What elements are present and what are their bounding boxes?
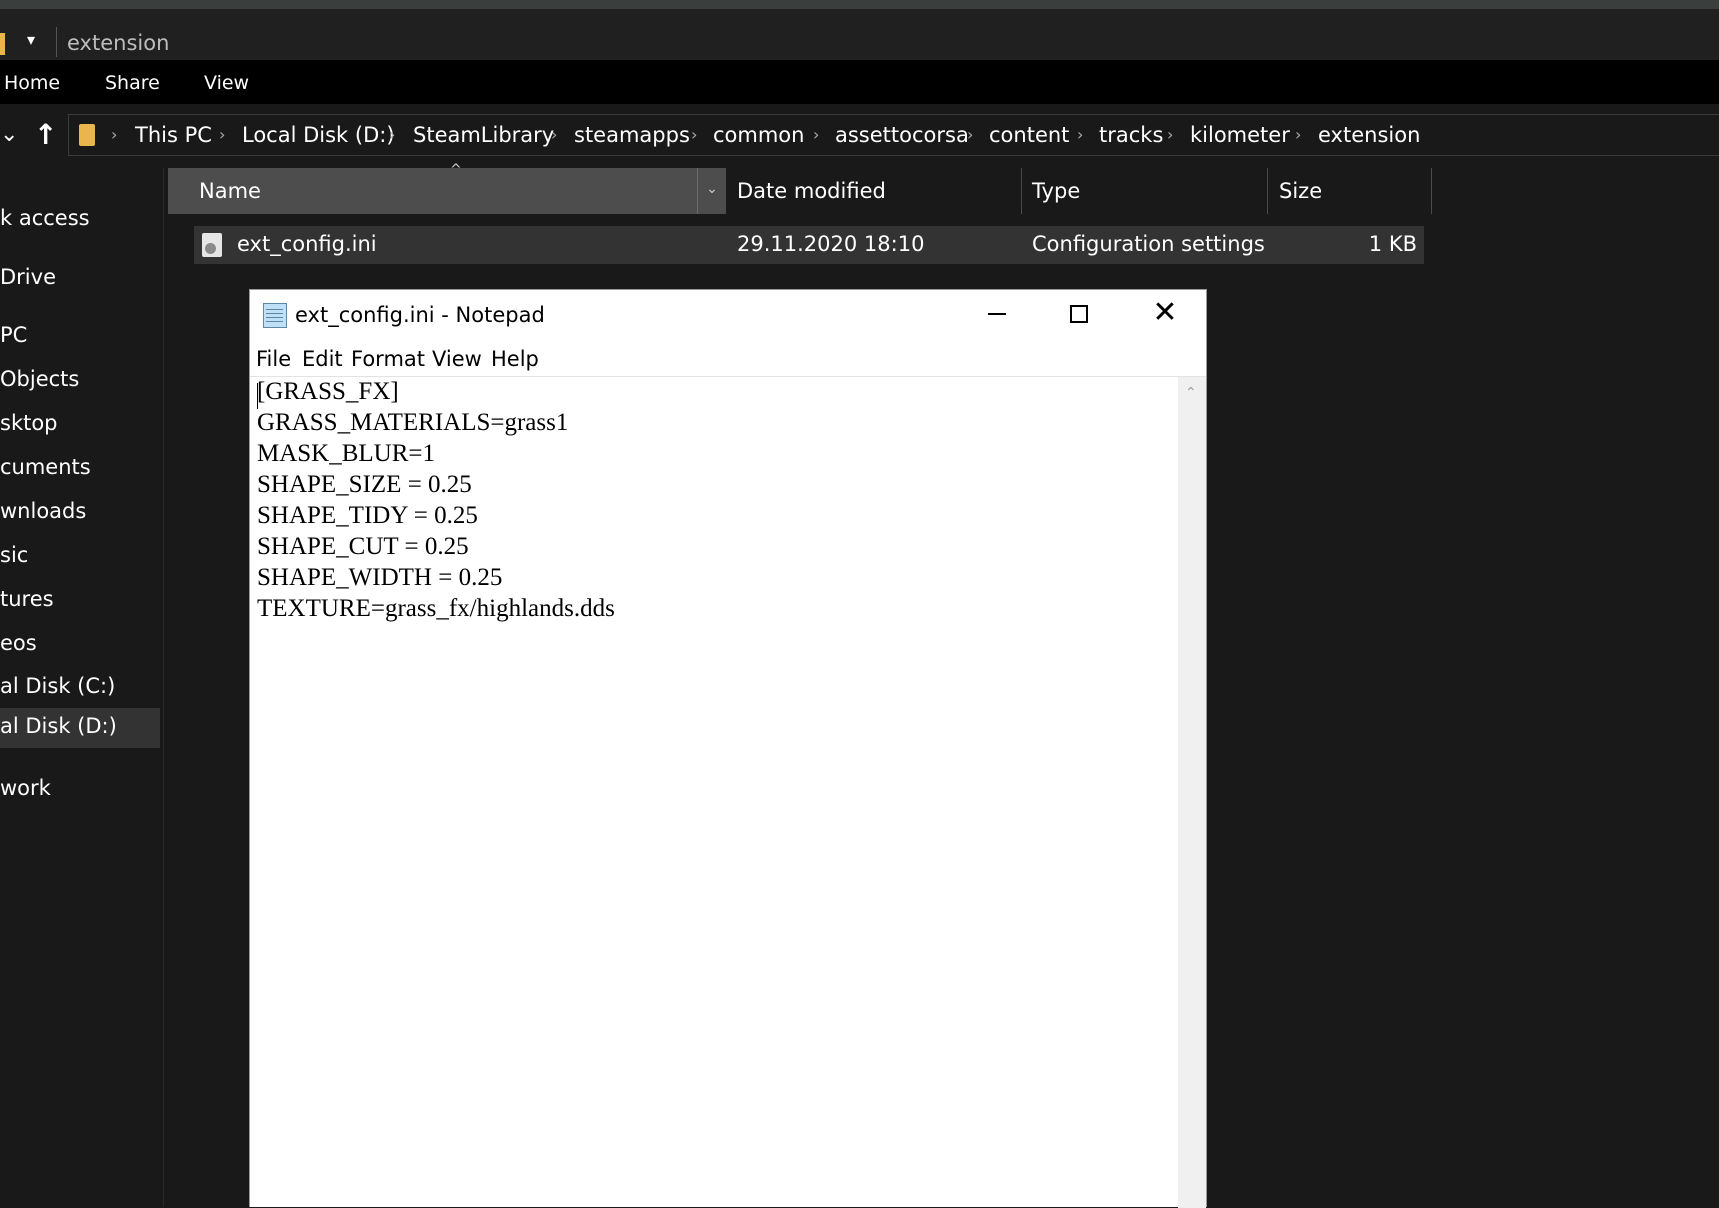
breadcrumb-separator-icon[interactable]: › — [1167, 125, 1173, 144]
column-header-name-label: Name — [199, 179, 261, 203]
breadcrumb-separator-icon[interactable]: › — [813, 125, 819, 144]
ini-settings-file-icon — [202, 233, 222, 257]
sidebar-item-music[interactable]: sic — [0, 537, 160, 577]
vertical-scrollbar[interactable]: ⌃ — [1178, 376, 1206, 1208]
navigation-pane: k access Drive PC Objects sktop cuments … — [0, 168, 160, 1207]
notepad-icon — [263, 303, 287, 328]
sidebar-item-downloads[interactable]: wnloads — [0, 493, 160, 533]
column-header-name[interactable]: ^ Name — [168, 162, 698, 214]
breadcrumb-separator-icon[interactable]: › — [1077, 125, 1083, 144]
editor-line: TEXTURE=grass_fx/highlands.dds — [257, 595, 615, 622]
breadcrumb-separator-icon[interactable]: › — [389, 125, 395, 144]
column-separator[interactable] — [1021, 168, 1022, 214]
breadcrumb-separator-icon[interactable]: › — [691, 125, 697, 144]
maximize-icon[interactable] — [1070, 305, 1088, 323]
sidebar-item-desktop[interactable]: sktop — [0, 405, 160, 445]
navigation-bar: ⌄ ↑ › This PC › Local Disk (D:) › SteamL… — [0, 104, 1719, 168]
sidebar-item-pictures[interactable]: tures — [0, 581, 160, 621]
column-header-type[interactable]: Type — [1032, 168, 1080, 214]
quick-access-dropdown-icon[interactable]: ▾ — [27, 30, 35, 49]
titlebar-divider — [56, 27, 57, 57]
column-filter-dropdown-icon[interactable]: ⌄ — [697, 168, 726, 214]
minimize-icon[interactable] — [988, 313, 1006, 315]
breadcrumb-separator-icon[interactable]: › — [551, 125, 557, 144]
editor-line: SHAPE_SIZE = 0.25 — [257, 471, 472, 498]
column-separator[interactable] — [1267, 168, 1268, 214]
file-name: ext_config.ini — [237, 232, 377, 256]
text-editor-area[interactable]: [GRASS_FX] GRASS_MATERIALS=grass1 MASK_B… — [250, 376, 1178, 1208]
breadcrumb-this-pc[interactable]: This PC — [135, 123, 212, 147]
menu-format[interactable]: Format — [351, 347, 425, 371]
sidebar-item-3d-objects[interactable]: Objects — [0, 361, 160, 401]
file-type: Configuration settings — [1032, 232, 1265, 256]
close-icon[interactable]: ✕ — [1150, 298, 1180, 328]
breadcrumb-separator-icon[interactable]: › — [1295, 125, 1301, 144]
folder-icon — [0, 33, 5, 55]
tab-home[interactable]: Home — [4, 72, 60, 94]
column-header-date-modified[interactable]: Date modified — [737, 168, 886, 214]
breadcrumb-tracks[interactable]: tracks — [1099, 123, 1163, 147]
breadcrumb-common[interactable]: common — [713, 123, 804, 147]
editor-line: MASK_BLUR=1 — [257, 440, 436, 467]
menu-edit[interactable]: Edit — [302, 347, 343, 371]
sidebar-item-documents[interactable]: cuments — [0, 449, 160, 489]
notepad-window: ext_config.ini - Notepad ✕ File Edit For… — [249, 289, 1207, 1208]
sidebar-item-local-disk-c[interactable]: al Disk (C:) — [0, 668, 160, 708]
recent-locations-chevron-icon[interactable]: ⌄ — [0, 122, 18, 147]
up-arrow-icon[interactable]: ↑ — [34, 118, 57, 151]
column-header-size[interactable]: Size — [1279, 168, 1322, 214]
menu-view[interactable]: View — [432, 347, 482, 371]
explorer-window-title: extension — [67, 31, 170, 55]
address-bar[interactable]: › This PC › Local Disk (D:) › SteamLibra… — [68, 114, 1719, 156]
explorer-titlebar: ▾ extension — [0, 9, 1719, 60]
menu-help[interactable]: Help — [491, 347, 539, 371]
breadcrumb-content[interactable]: content — [989, 123, 1069, 147]
breadcrumb-separator-icon[interactable]: › — [219, 125, 225, 144]
sidebar-item-onedrive[interactable]: Drive — [0, 259, 160, 299]
breadcrumb-steamapps[interactable]: steamapps — [574, 123, 690, 147]
file-date-modified: 29.11.2020 18:10 — [737, 232, 925, 256]
notepad-window-title: ext_config.ini - Notepad — [295, 303, 545, 327]
breadcrumb-steamlibrary[interactable]: SteamLibrary — [413, 123, 554, 147]
editor-line: SHAPE_TIDY = 0.25 — [257, 502, 478, 529]
breadcrumb-separator-icon[interactable]: › — [111, 125, 117, 144]
desktop-background-strip — [0, 0, 1719, 9]
editor-line: GRASS_MATERIALS=grass1 — [257, 409, 569, 436]
sidebar-item-videos[interactable]: eos — [0, 625, 160, 665]
notepad-menu-bar: File Edit Format View Help — [250, 344, 1206, 376]
sidebar-item-local-disk-d[interactable]: al Disk (D:) — [0, 708, 160, 748]
scroll-up-arrow-icon[interactable]: ⌃ — [1185, 385, 1197, 401]
ribbon-tabs: Home Share View — [0, 60, 1719, 104]
tab-share[interactable]: Share — [105, 72, 160, 94]
breadcrumb-separator-icon[interactable]: › — [967, 125, 973, 144]
file-size: 1 KB — [1368, 232, 1417, 256]
breadcrumb-local-disk-d[interactable]: Local Disk (D:) — [242, 123, 395, 147]
breadcrumb-kilometer[interactable]: kilometer — [1190, 123, 1290, 147]
table-row[interactable]: ext_config.ini 29.11.2020 18:10 Configur… — [194, 226, 1424, 264]
breadcrumb-assettocorsa[interactable]: assettocorsa — [835, 123, 969, 147]
sidebar-item-quick-access[interactable]: k access — [0, 200, 160, 240]
breadcrumb-extension[interactable]: extension — [1318, 123, 1420, 147]
column-separator[interactable] — [1431, 168, 1432, 214]
sidebar-item-network[interactable]: work — [0, 770, 160, 810]
tab-view[interactable]: View — [204, 72, 249, 94]
editor-line: [GRASS_FX] — [257, 378, 399, 405]
folder-icon — [79, 124, 95, 146]
sidebar-item-this-pc[interactable]: PC — [0, 317, 160, 357]
editor-line: SHAPE_WIDTH = 0.25 — [257, 564, 503, 591]
menu-file[interactable]: File — [256, 347, 291, 371]
sort-ascending-icon: ^ — [450, 162, 462, 178]
editor-line: SHAPE_CUT = 0.25 — [257, 533, 469, 560]
